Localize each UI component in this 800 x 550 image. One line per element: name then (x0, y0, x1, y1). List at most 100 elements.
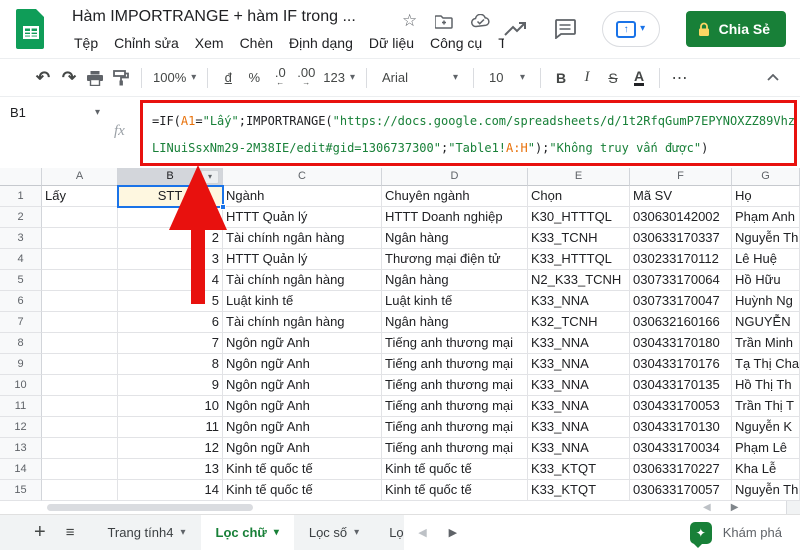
column-header-D[interactable]: D (382, 168, 528, 186)
cell[interactable]: K33_KTQT (528, 480, 630, 501)
cell[interactable]: Ngôn ngữ Anh (223, 375, 382, 396)
cell[interactable]: Ngôn ngữ Anh (223, 417, 382, 438)
cell[interactable]: K32_TCNH (528, 312, 630, 333)
cell[interactable]: Mã SV (630, 186, 732, 207)
cell[interactable]: Kinh tế quốc tế (382, 459, 528, 480)
tab-scroll-left-icon[interactable]: ◀ (418, 526, 426, 539)
comment-icon[interactable] (554, 19, 576, 39)
bold-button[interactable]: B (548, 65, 574, 91)
document-title[interactable]: Hàm IMPORTRANGE + hàm IF trong ... (72, 8, 356, 26)
cell[interactable]: K33_NNA (528, 375, 630, 396)
cell[interactable]: N2_K33_TCNH (528, 270, 630, 291)
cell[interactable]: Ngành (223, 186, 382, 207)
cell[interactable]: Nguyễn Th (732, 228, 800, 249)
sheet-tab-trang-tính4[interactable]: Trang tính4▾ (92, 515, 200, 550)
cell[interactable] (42, 459, 118, 480)
cell[interactable]: K33_NNA (528, 396, 630, 417)
menu-định-dạng[interactable]: Định dạng (281, 32, 361, 54)
column-header-G[interactable]: G (732, 168, 800, 186)
cell[interactable]: HTTT Quản lý (223, 207, 382, 228)
cell[interactable]: K33_NNA (528, 417, 630, 438)
formula-input[interactable]: =IF(A1="Lấy";IMPORTRANGE("https://docs.g… (140, 100, 797, 166)
present-button[interactable]: ↑ ▾ (602, 11, 660, 47)
row-number[interactable]: 5 (0, 270, 42, 291)
cell[interactable]: K30_HTTTQL (528, 207, 630, 228)
row-number[interactable]: 10 (0, 375, 42, 396)
menu-công-cụ[interactable]: Công cụ (422, 32, 490, 54)
cell[interactable]: Kinh tế quốc tế (382, 480, 528, 501)
cell[interactable]: Ngôn ngữ Anh (223, 354, 382, 375)
sheet-tab-lọc-số[interactable]: Lọc số▾ (294, 515, 374, 550)
undo-icon[interactable]: ↶ (30, 65, 56, 91)
cell[interactable] (42, 375, 118, 396)
sheet-tab-lọc[interactable]: Lọc (374, 515, 404, 550)
cell[interactable] (42, 480, 118, 501)
cell[interactable]: 030433170180 (630, 333, 732, 354)
cell[interactable]: 030433170034 (630, 438, 732, 459)
column-header-A[interactable]: A (42, 168, 118, 186)
cell[interactable]: Họ (732, 186, 800, 207)
menu-tệp[interactable]: Tệp (66, 32, 106, 54)
cell[interactable]: 7 (118, 333, 223, 354)
cell[interactable]: Tiếng anh thương mại (382, 396, 528, 417)
cell[interactable]: 030433170053 (630, 396, 732, 417)
cell[interactable]: 4 (118, 270, 223, 291)
cell[interactable]: 030633170057 (630, 480, 732, 501)
tab-caret-icon[interactable]: ▾ (180, 528, 185, 538)
cell[interactable]: 030633170227 (630, 459, 732, 480)
cell[interactable]: 030733170047 (630, 291, 732, 312)
cell[interactable]: 11 (118, 417, 223, 438)
cell[interactable] (42, 312, 118, 333)
row-number[interactable]: 12 (0, 417, 42, 438)
cell[interactable] (42, 249, 118, 270)
redo-icon[interactable]: ↷ (56, 65, 82, 91)
move-folder-icon[interactable] (435, 14, 453, 29)
cell[interactable]: 030433170130 (630, 417, 732, 438)
menu-dữ-liệu[interactable]: Dữ liệu (361, 32, 422, 54)
number-format-button[interactable]: 123▾ (319, 65, 359, 91)
decrease-decimal-button[interactable]: .0← (267, 65, 293, 91)
cell[interactable]: 10 (118, 396, 223, 417)
sheet-tab-lọc-chữ[interactable]: Lọc chữ▾ (201, 515, 294, 550)
cell[interactable]: Nguyễn Th (732, 480, 800, 501)
cell[interactable]: Tiếng anh thương mại (382, 438, 528, 459)
cell[interactable]: Kha Lễ (732, 459, 800, 480)
cell[interactable]: Tài chính ngân hàng (223, 312, 382, 333)
text-color-button[interactable]: A (626, 65, 652, 91)
cell[interactable]: K33_KTQT (528, 459, 630, 480)
sheets-logo-icon[interactable] (16, 9, 46, 49)
cell[interactable]: HTTT Quản lý (223, 249, 382, 270)
scroll-right-icon[interactable]: ▶ (731, 501, 739, 514)
cell[interactable]: Luật kinh tế (223, 291, 382, 312)
cell[interactable]: Trần Thị T (732, 396, 800, 417)
cell[interactable]: Tiếng anh thương mại (382, 354, 528, 375)
cell[interactable]: Ngôn ngữ Anh (223, 438, 382, 459)
row-number[interactable]: 7 (0, 312, 42, 333)
cell[interactable] (42, 354, 118, 375)
grid-corner[interactable] (0, 168, 42, 186)
cell[interactable]: Phạm Lê (732, 438, 800, 459)
increase-decimal-button[interactable]: .00→ (293, 65, 319, 91)
font-select[interactable]: Arial▾ (374, 65, 466, 91)
name-box[interactable]: B1 ▾ (10, 105, 100, 120)
cell[interactable] (42, 396, 118, 417)
cloud-status-icon[interactable] (471, 14, 491, 28)
cell[interactable]: 8 (118, 354, 223, 375)
cell[interactable]: 6 (118, 312, 223, 333)
tab-caret-icon[interactable]: ▾ (354, 528, 359, 538)
cell[interactable]: 030633170337 (630, 228, 732, 249)
cell[interactable]: Ngân hàng (382, 270, 528, 291)
collapse-toolbar-icon[interactable] (760, 65, 786, 91)
cell[interactable]: K33_NNA (528, 354, 630, 375)
scroll-left-icon[interactable]: ◀ (703, 501, 711, 514)
more-options-button[interactable]: ⋯ (667, 65, 693, 91)
cell[interactable]: Tạ Thị Cha (732, 354, 800, 375)
row-number[interactable]: 9 (0, 354, 42, 375)
tab-scroll-right-icon[interactable]: ▶ (449, 526, 457, 539)
cell[interactable] (42, 333, 118, 354)
percent-format-button[interactable]: % (241, 65, 267, 91)
print-icon[interactable] (82, 65, 108, 91)
cell[interactable]: STT (118, 186, 223, 207)
explore-button[interactable]: ✦ Khám phá (672, 522, 800, 544)
cell[interactable]: 030433170176 (630, 354, 732, 375)
